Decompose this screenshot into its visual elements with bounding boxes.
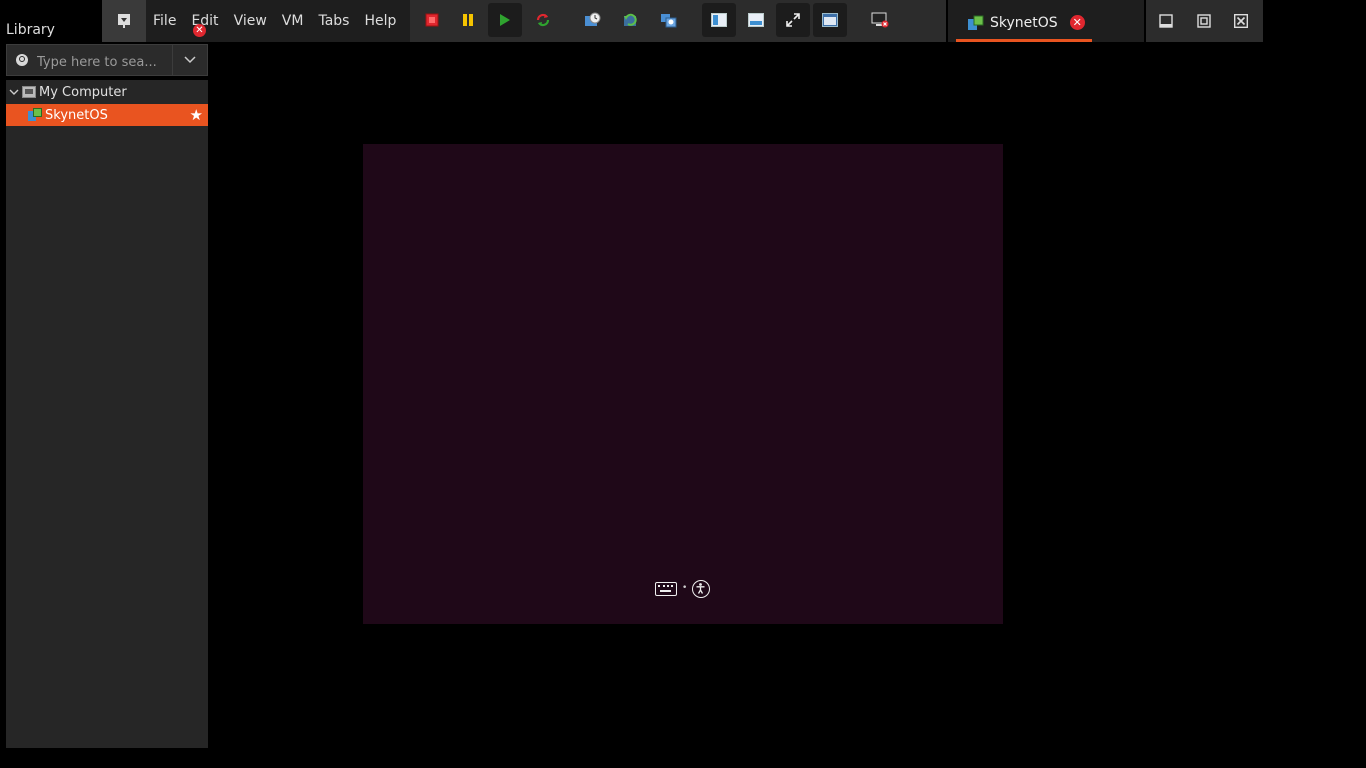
snapshot-manager-button[interactable] xyxy=(652,3,686,37)
window-controls xyxy=(1146,0,1263,42)
search-dropdown-button[interactable] xyxy=(172,45,207,75)
close-badge-icon[interactable]: ✕ xyxy=(193,24,206,37)
chevron-down-icon xyxy=(184,56,196,64)
full-screen-button[interactable] xyxy=(776,3,810,37)
tree-item-label: My Computer xyxy=(39,84,127,100)
show-library-icon xyxy=(711,13,727,27)
menu-help[interactable]: Help xyxy=(357,0,404,42)
close-icon xyxy=(1234,14,1248,28)
library-title: Library xyxy=(6,22,55,38)
search-icon xyxy=(16,54,28,66)
vm-console[interactable]: • xyxy=(363,144,1003,624)
search-input[interactable] xyxy=(35,51,177,73)
reset-button[interactable] xyxy=(526,3,560,37)
menu-bar: File Edit View VM Tabs Help xyxy=(146,0,410,42)
pin-button[interactable] xyxy=(102,0,146,42)
tree-item-label: SkynetOS xyxy=(45,107,108,123)
tab-skynetos[interactable]: SkynetOS ✕ xyxy=(956,6,1092,42)
minimize-button[interactable] xyxy=(1153,8,1179,34)
accessibility-icon[interactable] xyxy=(692,580,710,598)
snapshot-take-button[interactable] xyxy=(576,3,610,37)
power-off-button[interactable] xyxy=(415,3,449,37)
unity-icon xyxy=(822,13,838,27)
power-on-button[interactable] xyxy=(488,3,522,37)
tree-item-my-computer[interactable]: My Computer xyxy=(6,81,208,103)
library-search xyxy=(6,44,208,76)
thumbnail-bar-icon xyxy=(748,13,764,27)
expand-chevron-icon[interactable] xyxy=(6,81,22,103)
close-window-button[interactable] xyxy=(1228,8,1254,34)
menu-file[interactable]: File xyxy=(146,0,184,42)
menu-vm[interactable]: VM xyxy=(275,0,312,42)
show-library-button[interactable] xyxy=(702,3,736,37)
library-tree: My Computer SkynetOS ★ xyxy=(6,80,208,748)
tab-label: SkynetOS xyxy=(990,14,1058,31)
full-screen-icon xyxy=(786,13,800,27)
tree-item-skynetos[interactable]: SkynetOS ★ xyxy=(6,104,208,126)
menu-view[interactable]: View xyxy=(227,0,275,42)
toolbar xyxy=(410,0,946,42)
restore-button[interactable] xyxy=(1191,8,1217,34)
vm-icon xyxy=(968,15,984,30)
snapshot-take-icon xyxy=(585,12,601,26)
menu-tabs[interactable]: Tabs xyxy=(311,0,357,42)
favorite-star-icon[interactable]: ★ xyxy=(190,106,203,124)
pin-icon xyxy=(118,14,130,28)
tab-close-icon[interactable]: ✕ xyxy=(1069,15,1085,30)
snapshot-manager-icon xyxy=(661,14,677,28)
suspend-icon xyxy=(463,14,473,26)
console-view-button[interactable] xyxy=(863,3,897,37)
console-view-icon xyxy=(871,12,889,28)
power-off-icon xyxy=(425,13,439,27)
menu-edit[interactable]: Edit xyxy=(184,0,226,42)
snapshot-revert-icon xyxy=(624,13,637,26)
suspend-button[interactable] xyxy=(451,3,485,37)
minimize-icon xyxy=(1159,14,1173,28)
keyboard-icon[interactable] xyxy=(655,582,677,596)
restore-icon xyxy=(1197,14,1211,28)
reset-icon xyxy=(536,13,550,27)
snapshot-revert-button[interactable] xyxy=(614,3,648,37)
computer-icon xyxy=(22,86,36,98)
tab-bar: SkynetOS ✕ xyxy=(948,0,1144,42)
vm-icon xyxy=(28,108,42,122)
separator: • xyxy=(682,583,688,593)
power-on-icon xyxy=(500,14,510,26)
unity-button[interactable] xyxy=(813,3,847,37)
thumbnail-bar-button[interactable] xyxy=(739,3,773,37)
